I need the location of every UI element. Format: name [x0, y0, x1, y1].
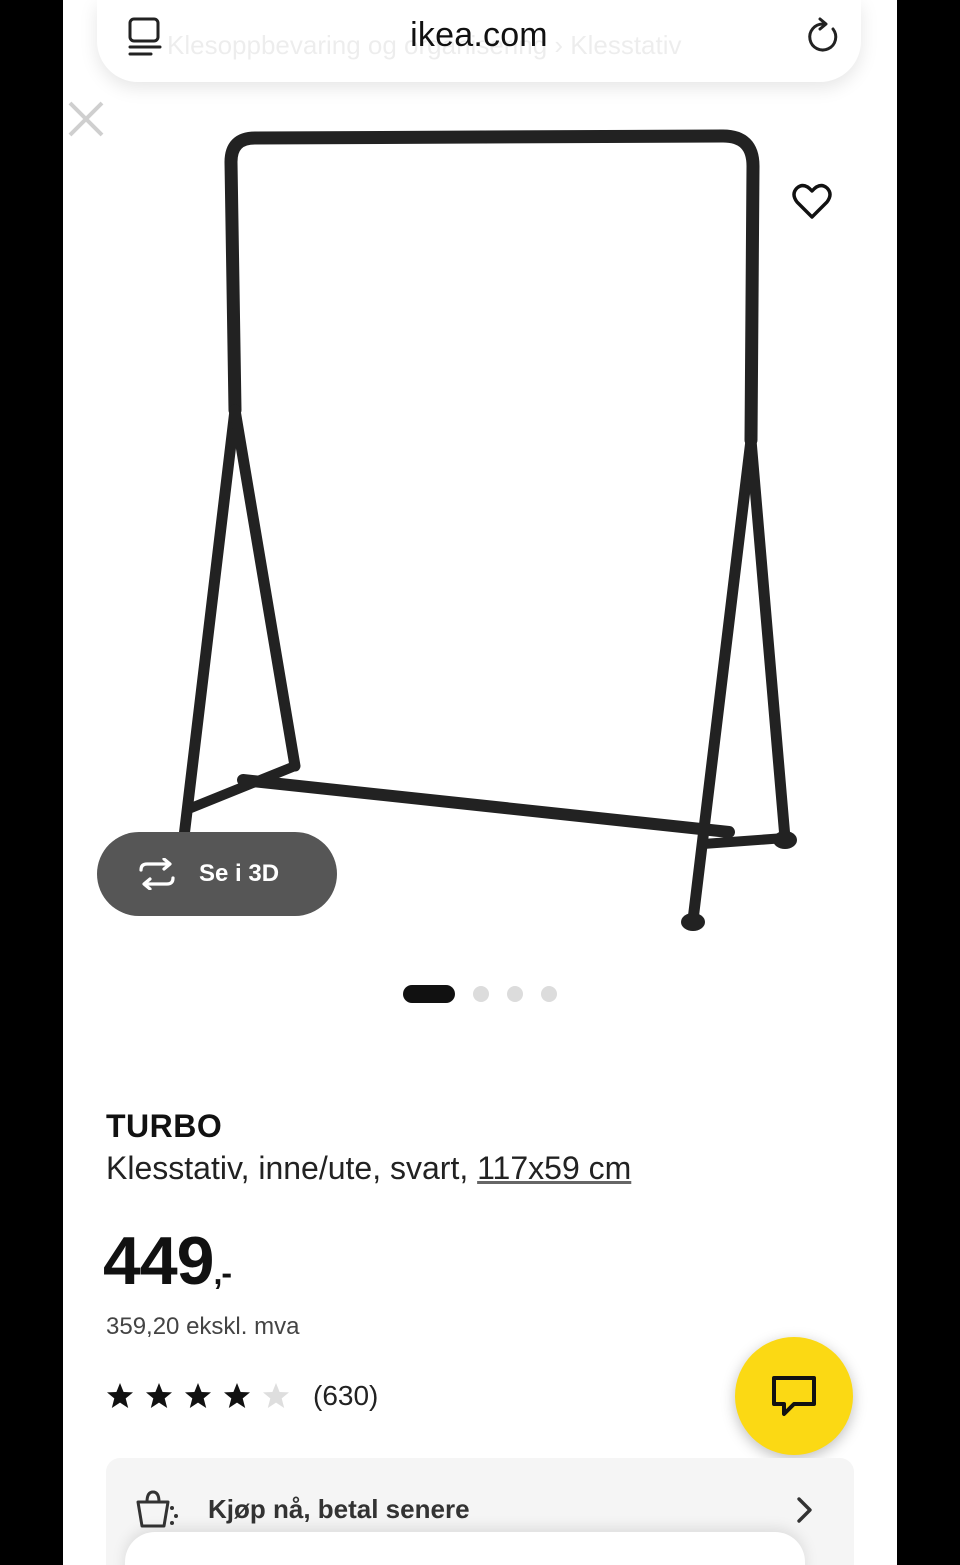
- buy-now-pay-later-label: Kjøp nå, betal senere: [208, 1494, 470, 1524]
- shopping-bag-icon: [134, 1488, 180, 1528]
- address-bar[interactable]: Klesoppbevaring og organisering › Klesst…: [97, 0, 861, 82]
- review-count[interactable]: (630): [313, 1380, 378, 1412]
- chat-bubble-icon: [772, 1376, 816, 1416]
- see-in-3d-label: Se i 3D: [199, 860, 280, 887]
- price-suffix: ,-: [213, 1255, 232, 1291]
- star-filled-icon: [185, 1383, 211, 1408]
- chevron-right-icon: [794, 1496, 816, 1524]
- star-empty-icon: [263, 1383, 289, 1408]
- product-description-text: Klesstativ, inne/ute, svart,: [106, 1150, 478, 1186]
- product-image[interactable]: [163, 120, 803, 950]
- chat-button[interactable]: [735, 1337, 853, 1455]
- product-price: 449,-: [103, 1222, 232, 1300]
- price-value: 449: [103, 1223, 214, 1299]
- carousel-dot[interactable]: [473, 986, 489, 1002]
- star-filled-icon: [107, 1383, 133, 1408]
- rating[interactable]: (630): [106, 1380, 378, 1412]
- carousel-dot[interactable]: [541, 986, 557, 1002]
- carousel-dot[interactable]: [507, 986, 523, 1002]
- price-excl-vat: 359,20 ekskl. mva: [106, 1313, 300, 1340]
- browser-toolbar[interactable]: [125, 1532, 805, 1565]
- product-name: TURBO: [106, 1108, 223, 1144]
- reload-icon[interactable]: [803, 14, 843, 58]
- clothes-rack-image: [177, 129, 797, 931]
- image-carousel-dots[interactable]: [403, 985, 557, 1003]
- see-in-3d-button[interactable]: Se i 3D: [97, 832, 337, 916]
- star-filled-icon: [224, 1383, 250, 1408]
- product-description: Klesstativ, inne/ute, svart, 117x59 cm: [106, 1150, 631, 1187]
- rotate-3d-icon: [139, 858, 175, 890]
- product-page: Klesoppbevaring og organisering › Klesst…: [63, 0, 897, 1565]
- carousel-dot-active[interactable]: [403, 985, 455, 1003]
- product-dimensions-link[interactable]: 117x59 cm: [477, 1150, 631, 1186]
- heart-icon[interactable]: [791, 182, 833, 222]
- close-icon[interactable]: [66, 99, 106, 139]
- url-domain[interactable]: ikea.com: [97, 16, 861, 55]
- star-filled-icon: [146, 1383, 172, 1408]
